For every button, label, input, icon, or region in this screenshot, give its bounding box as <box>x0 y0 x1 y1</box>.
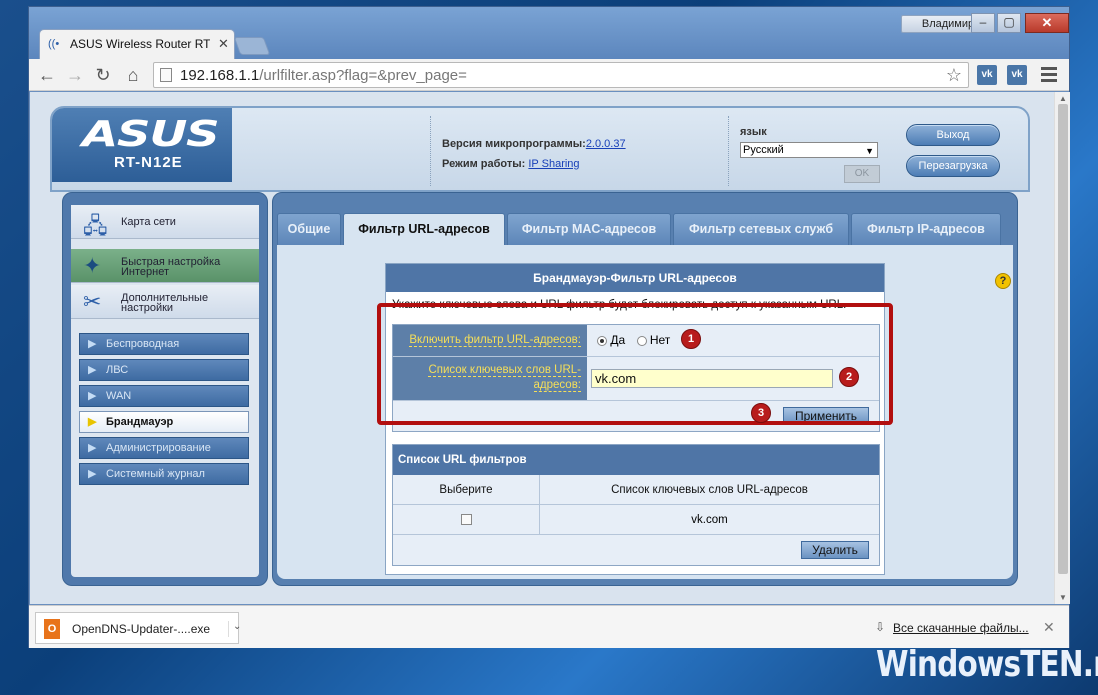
tab-ip-filter[interactable]: Фильтр IP-адресов <box>851 213 1001 245</box>
reboot-button[interactable]: Перезагрузка <box>906 155 1000 177</box>
section-title: Брандмауэр-Фильтр URL-адресов <box>386 264 884 292</box>
downloads-bar: O OpenDNS-Updater-....exe ⌄ ⇩ Все скачан… <box>29 605 1069 648</box>
main-panel: Общие Фильтр URL-адресов Фильтр MAC-адре… <box>272 192 1018 586</box>
url-text[interactable]: 192.168.1.1/urlfilter.asp?flag=&prev_pag… <box>180 67 467 84</box>
scroll-thumb[interactable] <box>1058 104 1068 574</box>
highlight-frame <box>377 303 893 425</box>
list-title: Список URL фильтров <box>393 445 879 475</box>
vk-extension-icon[interactable]: vk <box>977 65 997 85</box>
lang-ok-button[interactable]: OK <box>844 165 880 183</box>
divider <box>430 116 431 186</box>
language-label: язык <box>740 126 767 138</box>
sidebar-item-wan[interactable]: ▶ WAN <box>79 385 249 407</box>
watermark: WindowsTEN.ru <box>876 644 1098 685</box>
mode-link[interactable]: IP Sharing <box>528 158 579 170</box>
menu-icon[interactable] <box>1041 67 1057 85</box>
sidebar-item-quick-setup[interactable]: ✦ Быстрая настройка Интернет <box>71 249 259 283</box>
dropdown-arrow-icon: ▼ <box>865 146 874 156</box>
vk-extension-icon-2[interactable]: vk <box>1007 65 1027 85</box>
divider <box>728 116 729 186</box>
triangle-icon: ▶ <box>88 442 97 454</box>
row-keyword: vk.com <box>539 505 879 534</box>
sidebar-item-wireless[interactable]: ▶ Беспроводная <box>79 333 249 355</box>
browser-tab[interactable]: ((• ASUS Wireless Router RT-N ✕ <box>39 29 235 59</box>
mode-row: Режим работы: IP Sharing <box>442 158 580 170</box>
scroll-up-icon[interactable]: ▲ <box>1059 94 1067 103</box>
logout-button[interactable]: Выход <box>906 124 1000 146</box>
network-map-icon: 🖧 <box>83 213 108 238</box>
sidebar-item-system-log[interactable]: ▶ Системный журнал <box>79 463 249 485</box>
download-icon: ⇩ <box>875 620 886 634</box>
opendns-file-icon: O <box>44 619 60 639</box>
tools-icon: ✂ <box>83 289 102 314</box>
marker-3: 3 <box>751 403 771 423</box>
row-checkbox[interactable] <box>460 514 472 526</box>
language-select[interactable]: Русский ▼ <box>740 142 878 158</box>
marker-1: 1 <box>681 329 701 349</box>
title-bar: ((• ASUS Wireless Router RT-N ✕ Владимир… <box>29 7 1069 59</box>
triangle-icon: ▶ <box>88 364 97 376</box>
tab-close-icon[interactable]: ✕ <box>218 36 229 52</box>
router-header: ASUS RT-N12E Версия микропрограммы:2.0.0… <box>50 106 1030 192</box>
triangle-icon: ▶ <box>88 416 97 428</box>
triangle-icon: ▶ <box>88 390 97 402</box>
browser-toolbar: ← → ↻ ⌂ 192.168.1.1/urlfilter.asp?flag=&… <box>29 59 1069 91</box>
delete-button[interactable]: Удалить <box>801 541 869 559</box>
page-scrollbar[interactable]: ▲ ▼ <box>1054 92 1070 604</box>
home-icon[interactable]: ⌂ <box>121 63 145 87</box>
sidebar: 🖧 Карта сети ✦ Быстрая настройка Интерне… <box>62 192 268 586</box>
maximize-button[interactable]: ▢ <box>997 13 1021 33</box>
scroll-down-icon[interactable]: ▼ <box>1059 593 1067 602</box>
forward-icon[interactable]: → <box>63 63 87 87</box>
tab-url-filter[interactable]: Фильтр URL-адресов <box>343 213 505 246</box>
col-keywords: Список ключевых слов URL-адресов <box>539 475 879 504</box>
col-select: Выберите <box>439 484 493 496</box>
list-header-row: Выберите Список ключевых слов URL-адресо… <box>393 475 879 505</box>
tab-general[interactable]: Общие <box>277 213 341 245</box>
url-filter-list: Список URL фильтров Выберите Список ключ… <box>392 444 880 566</box>
logo-box: ASUS RT-N12E <box>52 108 232 182</box>
asus-logo: ASUS <box>82 114 220 155</box>
reload-icon[interactable]: ↻ <box>91 63 115 87</box>
sidebar-item-firewall[interactable]: ▶ Брандмауэр <box>79 411 249 433</box>
back-icon[interactable]: ← <box>35 63 59 87</box>
download-file-name: OpenDNS-Updater-....exe <box>72 622 211 636</box>
tab-service-filter[interactable]: Фильтр сетевых служб <box>673 213 849 245</box>
triangle-icon: ▶ <box>88 468 97 480</box>
tab-title: ASUS Wireless Router RT-N <box>70 37 210 51</box>
sidebar-item-administration[interactable]: ▶ Администрирование <box>79 437 249 459</box>
firmware-link[interactable]: 2.0.0.37 <box>586 138 626 150</box>
sidebar-item-advanced[interactable]: ✂ Дополнительные настройки <box>71 285 259 319</box>
chevron-down-icon[interactable]: ⌄ <box>228 621 241 637</box>
sidebar-item-lan[interactable]: ▶ ЛВС <box>79 359 249 381</box>
browser-window: ((• ASUS Wireless Router RT-N ✕ Владимир… <box>28 6 1070 648</box>
router-ui: ASUS RT-N12E Версия микропрограммы:2.0.0… <box>50 106 1030 596</box>
firmware-row: Версия микропрограммы:2.0.0.37 <box>442 138 626 150</box>
close-icon[interactable]: ✕ <box>1043 619 1055 636</box>
bookmark-star-icon[interactable]: ☆ <box>946 65 962 86</box>
wifi-icon: ((• <box>48 38 60 50</box>
magic-wand-icon: ✦ <box>83 253 102 278</box>
router-model: RT-N12E <box>114 154 183 171</box>
page-icon <box>160 68 172 82</box>
help-icon[interactable]: ? <box>995 273 1011 289</box>
page-viewport: ASUS RT-N12E Версия микропрограммы:2.0.0… <box>30 92 1070 604</box>
marker-2: 2 <box>839 367 859 387</box>
table-row: vk.com <box>393 505 879 535</box>
triangle-icon: ▶ <box>88 338 97 350</box>
address-bar[interactable]: 192.168.1.1/urlfilter.asp?flag=&prev_pag… <box>153 62 969 88</box>
close-window-button[interactable]: ✕ <box>1025 13 1069 33</box>
minimize-button[interactable]: – <box>971 13 995 33</box>
download-item[interactable]: O OpenDNS-Updater-....exe ⌄ <box>35 612 241 644</box>
sidebar-item-network-map[interactable]: 🖧 Карта сети <box>71 205 259 239</box>
tab-mac-filter[interactable]: Фильтр MAC-адресов <box>507 213 671 245</box>
new-tab-button[interactable] <box>233 37 271 55</box>
all-downloads-link[interactable]: Все скачанные файлы... <box>893 621 1029 635</box>
tab-content: ? Брандмауэр-Фильтр URL-адресов Укажите … <box>277 245 1013 579</box>
